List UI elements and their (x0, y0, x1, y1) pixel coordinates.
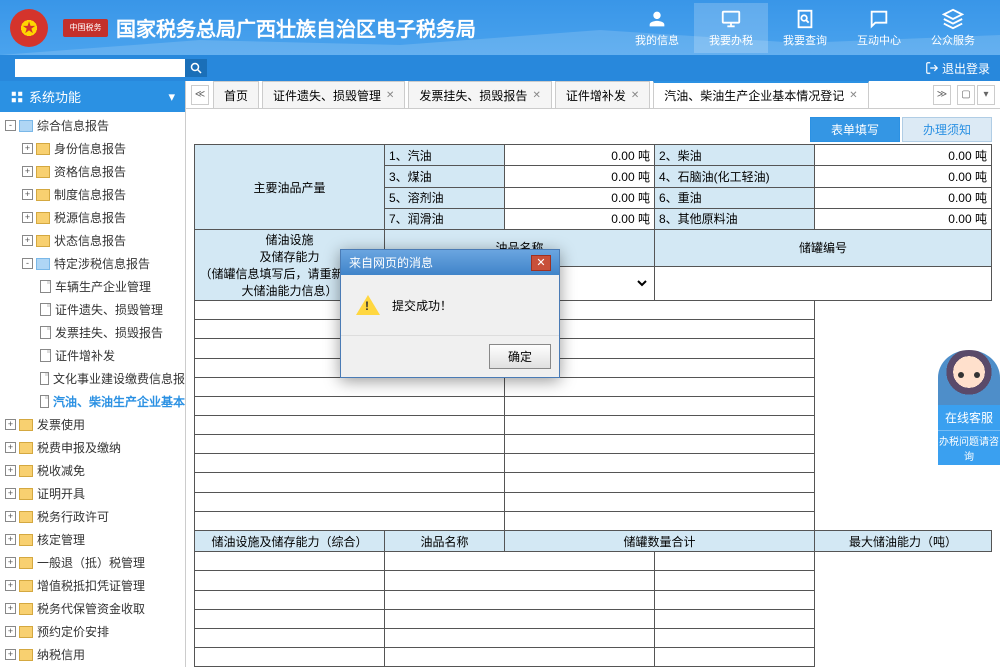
warning-icon (356, 295, 380, 315)
modal-title: 来自网页的消息 (349, 254, 433, 271)
modal-title-bar: 来自网页的消息 ✕ (341, 250, 559, 275)
modal-close-button[interactable]: ✕ (531, 255, 551, 271)
modal-ok-button[interactable]: 确定 (489, 344, 551, 369)
modal-overlay: 来自网页的消息 ✕ 提交成功！ 确定 (0, 0, 1000, 667)
alert-modal: 来自网页的消息 ✕ 提交成功！ 确定 (340, 249, 560, 378)
modal-message: 提交成功！ (392, 297, 452, 314)
